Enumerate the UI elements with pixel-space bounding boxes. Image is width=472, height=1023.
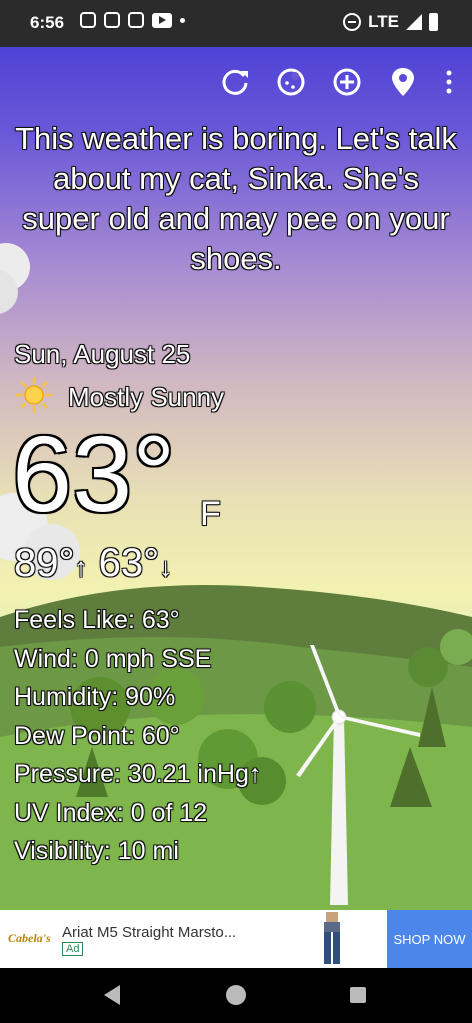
network-label: LTE [368, 12, 399, 31]
ad-banner[interactable]: Cabela's Ariat M5 Straight Marsto... Ad … [0, 910, 472, 968]
ad-product-image [324, 912, 340, 964]
app-toolbar [218, 65, 456, 99]
ad-badge: Ad [62, 942, 84, 956]
add-location-icon[interactable] [330, 65, 364, 99]
more-vert-icon[interactable] [442, 65, 456, 99]
humidity: Humidity: 90% [14, 683, 176, 711]
current-temperature: 63° [12, 413, 176, 534]
dew-point: Dew Point: 60° [14, 721, 180, 750]
ad-title[interactable]: Ariat M5 Straight Marsto... [62, 924, 282, 941]
notification-icons [80, 12, 185, 28]
instagram-icon [104, 12, 120, 28]
back-button-icon[interactable] [104, 985, 120, 1005]
ad-choices-icon[interactable]: ▷ [460, 912, 468, 925]
battery-icon [429, 13, 438, 31]
instagram-icon [128, 12, 144, 28]
wind: Wind: 0 mph SSE [14, 644, 212, 673]
refresh-icon[interactable] [218, 65, 252, 99]
navigation-bar [0, 968, 472, 1023]
high-low-temps: 89°↑ 63°↓ [14, 541, 172, 586]
condition-text: Mostly Sunny [68, 382, 225, 412]
location-pin-icon[interactable] [386, 65, 420, 99]
uv-index: UV Index: 0 of 12 [14, 798, 208, 827]
weather-details: Feels Like: 63° Wind: 0 mph SSE Humidity… [14, 601, 261, 871]
home-button-icon[interactable] [226, 985, 246, 1005]
temperature-unit: F [200, 495, 221, 533]
high-temp: 89° [14, 541, 75, 585]
weather-scene: This weather is boring. Let's talk about… [0, 47, 472, 910]
signal-icon [406, 14, 422, 30]
instagram-icon [80, 12, 96, 28]
weather-message: This weather is boring. Let's talk about… [15, 121, 457, 276]
status-time: 6:56 [30, 13, 65, 32]
ad-brand-logo: Cabela's [8, 931, 51, 945]
pressure: Pressure: 30.21 inHg↑ [14, 760, 262, 788]
status-bar: 6:56 LTE [0, 0, 472, 47]
more-notifications-dot [180, 17, 185, 23]
recents-button-icon[interactable] [350, 987, 366, 1003]
low-arrow-icon: ↓ [159, 552, 173, 582]
cookie-icon[interactable] [274, 65, 308, 99]
high-arrow-icon: ↑ [74, 552, 88, 582]
system-icons: LTE [343, 12, 438, 32]
do-not-disturb-icon [343, 13, 362, 31]
forecast-date: Sun, August 25 [14, 339, 191, 369]
youtube-icon [152, 12, 172, 28]
feels-like: Feels Like: 63° [14, 606, 180, 634]
visibility: Visibility: 10 mi [14, 837, 179, 865]
low-temp: 63° [98, 541, 160, 585]
